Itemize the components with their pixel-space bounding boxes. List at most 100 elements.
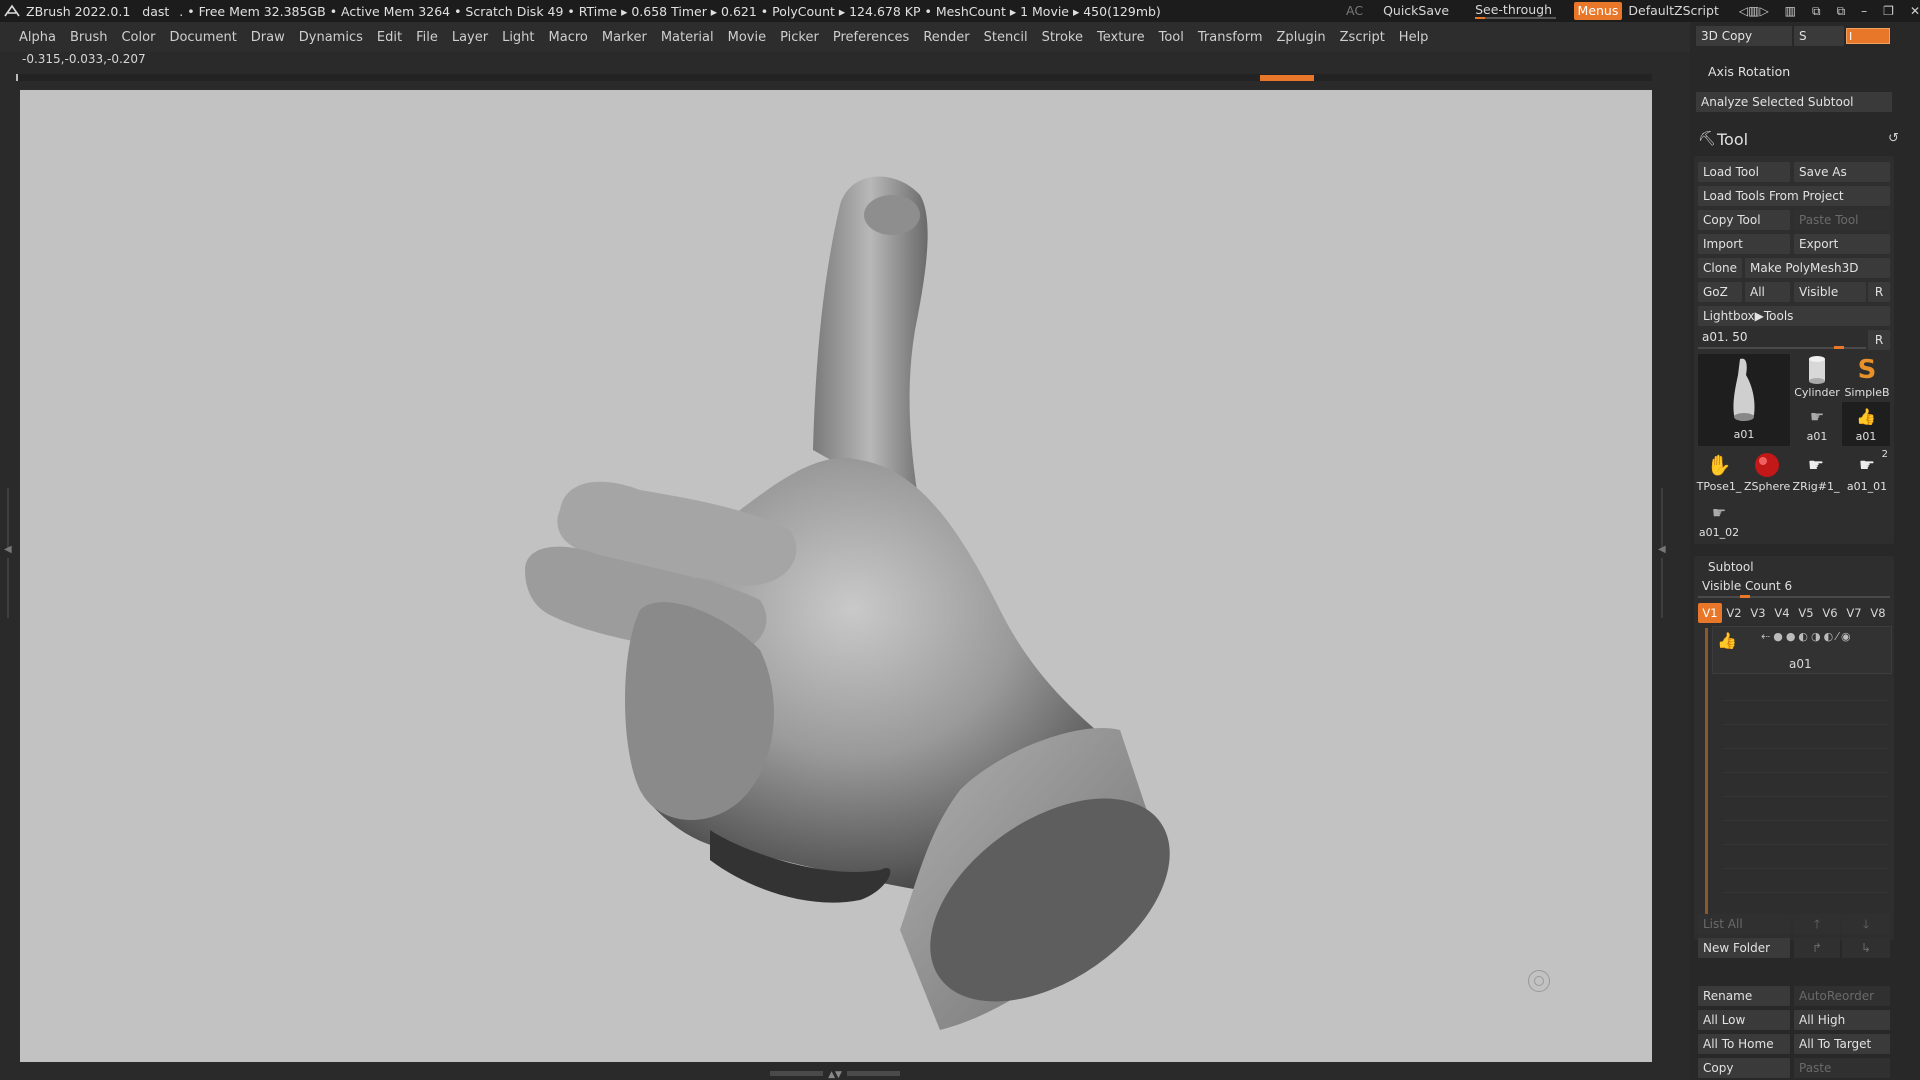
subtool-scrollbar[interactable] (1705, 628, 1708, 932)
menu-preferences[interactable]: Preferences (826, 30, 916, 45)
goz-button[interactable]: GoZ (1698, 282, 1742, 302)
menu-zplugin[interactable]: Zplugin (1270, 30, 1333, 45)
menu-stroke[interactable]: Stroke (1035, 30, 1090, 45)
import-button[interactable]: Import (1698, 234, 1790, 254)
bottom-tray-handle[interactable]: ▲▼ (770, 1069, 900, 1079)
tab-v6[interactable]: V6 (1818, 603, 1842, 623)
all-to-target-button[interactable]: All To Target (1794, 1034, 1890, 1054)
menu-tool[interactable]: Tool (1152, 30, 1191, 45)
menu-marker[interactable]: Marker (595, 30, 654, 45)
close-icon[interactable]: ✕ (1910, 4, 1920, 18)
tool-thumb-tpose[interactable]: ✋ TPose1_ (1696, 450, 1742, 496)
autoreorder-button[interactable]: AutoReorder (1794, 986, 1890, 1006)
export-button[interactable]: Export (1794, 234, 1890, 254)
menu-render[interactable]: Render (916, 30, 976, 45)
menu-alpha[interactable]: Alpha (12, 30, 63, 45)
copy-button[interactable]: Copy (1698, 1058, 1790, 1078)
top-shelf[interactable] (16, 74, 1652, 81)
menu-movie[interactable]: Movie (721, 30, 773, 45)
paste-button[interactable]: Paste (1794, 1058, 1890, 1078)
menu-material[interactable]: Material (654, 30, 721, 45)
menu-layer[interactable]: Layer (445, 30, 495, 45)
document-canvas[interactable] (20, 90, 1652, 1062)
maximize-icon[interactable]: ❐ (1883, 4, 1894, 18)
menu-edit[interactable]: Edit (370, 30, 409, 45)
make-polymesh3d-button[interactable]: Make PolyMesh3D (1745, 258, 1890, 278)
left-tray-handle[interactable]: ◀ (4, 488, 12, 618)
folder-arrow-down-icon[interactable]: ↳ (1842, 938, 1890, 958)
menus-button[interactable]: Menus (1573, 2, 1623, 20)
paste-tool-button[interactable]: Paste Tool (1794, 210, 1890, 230)
lightbox-tools-button[interactable]: Lightbox▶Tools (1698, 306, 1890, 326)
tool-thumb-simplebrush[interactable]: S SimpleB (1842, 354, 1892, 400)
menu-file[interactable]: File (409, 30, 445, 45)
menu-texture[interactable]: Texture (1090, 30, 1152, 45)
tool-pin-icon[interactable]: ⛏ (1698, 131, 1716, 147)
goz-r-button[interactable]: R (1868, 282, 1890, 302)
minimize-icon[interactable]: – (1861, 4, 1867, 18)
ac-toggle[interactable]: AC (1340, 1, 1369, 21)
clone-button[interactable]: Clone (1698, 258, 1742, 278)
tool-thumb-a01-small-2[interactable]: 👍 a01 (1842, 402, 1890, 446)
menu-dynamics[interactable]: Dynamics (292, 30, 370, 45)
tab-v5[interactable]: V5 (1794, 603, 1818, 623)
menu-draw[interactable]: Draw (244, 30, 292, 45)
i-field[interactable]: I (1846, 28, 1890, 44)
load-tool-button[interactable]: Load Tool (1698, 162, 1790, 182)
tool-slider[interactable] (1698, 346, 1866, 349)
save-as-button[interactable]: Save As (1794, 162, 1890, 182)
panel-toggle-icon[interactable]: ▥ (1785, 4, 1796, 18)
menu-picker[interactable]: Picker (773, 30, 826, 45)
axis-rotation-label[interactable]: Axis Rotation (1708, 64, 1790, 79)
restore-icon[interactable]: ⧉ (1837, 4, 1846, 19)
all-high-button[interactable]: All High (1794, 1010, 1890, 1030)
tab-v7[interactable]: V7 (1842, 603, 1866, 623)
tab-v2[interactable]: V2 (1722, 603, 1746, 623)
layout-icon[interactable]: ◁▥▷ (1739, 4, 1769, 18)
reset-icon[interactable]: ↺ (1888, 131, 1899, 146)
tool-thumb-a01-large[interactable]: a01 (1698, 354, 1790, 446)
all-to-home-button[interactable]: All To Home (1698, 1034, 1790, 1054)
menu-help[interactable]: Help (1392, 30, 1436, 45)
visible-count-slider[interactable] (1698, 595, 1890, 598)
tab-v4[interactable]: V4 (1770, 603, 1794, 623)
goz-all-button[interactable]: All (1745, 282, 1790, 302)
goz-visible-button[interactable]: Visible (1794, 282, 1866, 302)
menu-brush[interactable]: Brush (63, 30, 115, 45)
tab-v3[interactable]: V3 (1746, 603, 1770, 623)
tool-thumb-a01-02[interactable]: ☛ a01_02 (1696, 498, 1742, 542)
folder-arrow-icon[interactable]: ↱ (1794, 938, 1840, 958)
tool-thumb-cylinder[interactable]: Cylinder (1794, 354, 1840, 400)
menu-color[interactable]: Color (114, 30, 162, 45)
subtool-title[interactable]: Subtool (1708, 560, 1754, 574)
list-all-button[interactable]: List All (1698, 914, 1790, 934)
see-through-slider[interactable]: See-through 0 (1469, 1, 1561, 35)
tab-v8[interactable]: V8 (1866, 603, 1890, 623)
new-folder-button[interactable]: New Folder (1698, 938, 1790, 958)
menu-stencil[interactable]: Stencil (977, 30, 1035, 45)
move-down-icon[interactable]: 🡓 (1842, 914, 1890, 934)
tool-thumb-zrig[interactable]: ☛ ZRig#1_ (1792, 450, 1840, 496)
right-tray-handle[interactable]: ◀ (1658, 488, 1666, 618)
load-tools-from-project-button[interactable]: Load Tools From Project (1698, 186, 1890, 206)
all-low-button[interactable]: All Low (1698, 1010, 1790, 1030)
tool-r-button[interactable]: R (1868, 330, 1890, 350)
copy-3d-button[interactable]: 3D Copy (1696, 26, 1792, 46)
subtool-toggles-icon[interactable]: ⇠●●◐◑◐⁄◉ (1761, 630, 1854, 643)
menu-transform[interactable]: Transform (1191, 30, 1270, 45)
move-up-icon[interactable]: 🡑 (1794, 914, 1840, 934)
frames-icon[interactable]: ⧉ (1812, 4, 1821, 19)
tab-v1[interactable]: V1 (1698, 603, 1722, 623)
rename-button[interactable]: Rename (1698, 986, 1790, 1006)
s-field[interactable]: S (1794, 26, 1844, 46)
menu-light[interactable]: Light (495, 30, 541, 45)
copy-tool-button[interactable]: Copy Tool (1698, 210, 1790, 230)
subtool-row-a01[interactable]: 👍 ⇠●●◐◑◐⁄◉ a01 (1712, 626, 1892, 674)
quicksave-button[interactable]: QuickSave (1377, 1, 1455, 21)
analyze-subtool-button[interactable]: Analyze Selected Subtool (1696, 92, 1892, 112)
tool-palette-title[interactable]: Tool (1717, 130, 1748, 149)
tool-thumb-a01-01[interactable]: 2 ☛ a01_01 (1842, 449, 1892, 496)
menu-document[interactable]: Document (162, 30, 243, 45)
tool-thumb-a01-small[interactable]: ☛ a01 (1794, 402, 1840, 446)
tool-thumb-zsphere[interactable]: ZSphere (1744, 450, 1790, 496)
